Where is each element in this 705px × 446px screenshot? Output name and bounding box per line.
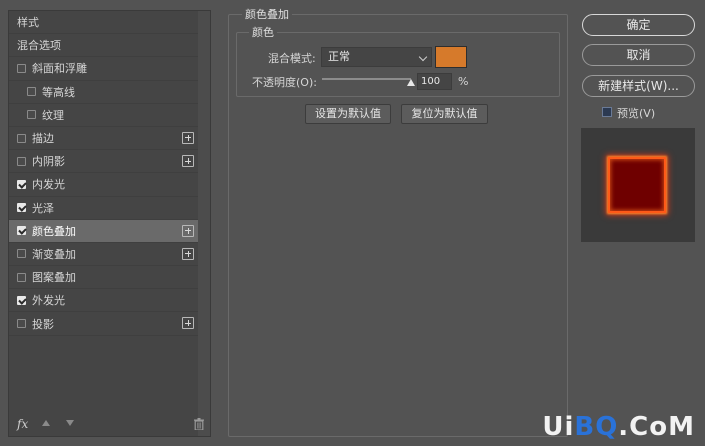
- fx-icon[interactable]: fx: [17, 417, 28, 431]
- style-item[interactable]: 内阴影: [9, 150, 198, 174]
- style-item[interactable]: 等高线: [9, 81, 198, 104]
- style-item-checkbox[interactable]: [17, 319, 26, 329]
- style-item-label: 图案叠加: [32, 271, 76, 285]
- style-item-checkbox[interactable]: [17, 272, 26, 282]
- style-item[interactable]: 颜色叠加: [9, 219, 198, 243]
- style-item[interactable]: 外发光: [9, 289, 198, 313]
- style-item-label: 样式: [17, 16, 39, 30]
- watermark-part-b: BQ: [574, 412, 619, 442]
- add-icon[interactable]: [182, 247, 194, 260]
- style-item[interactable]: 内发光: [9, 173, 198, 197]
- move-down-icon[interactable]: [66, 420, 74, 426]
- style-item-label: 混合选项: [17, 39, 61, 53]
- style-item[interactable]: 混合选项: [9, 34, 198, 58]
- style-item-checkbox[interactable]: [17, 179, 26, 189]
- blend-mode-label: 混合模式:: [268, 52, 316, 65]
- styles-list: 样式混合选项斜面和浮雕等高线纹理描边内阴影内发光光泽颜色叠加渐变叠加图案叠加外发…: [9, 11, 198, 336]
- opacity-slider-track[interactable]: [322, 78, 411, 80]
- reset-default-button[interactable]: 复位为默认值: [401, 104, 488, 124]
- chevron-down-icon: [418, 52, 428, 62]
- opacity-unit: %: [458, 75, 469, 88]
- style-item[interactable]: 图案叠加: [9, 266, 198, 290]
- blend-mode-select[interactable]: 正常: [321, 47, 432, 67]
- styles-footer: fx: [9, 414, 210, 436]
- style-item-checkbox[interactable]: [17, 133, 26, 143]
- move-up-icon[interactable]: [42, 420, 50, 426]
- opacity-slider-thumb[interactable]: [407, 79, 415, 86]
- watermark-part-a: Ui: [542, 412, 575, 442]
- opacity-input[interactable]: 100: [417, 73, 452, 90]
- styles-panel: 样式混合选项斜面和浮雕等高线纹理描边内阴影内发光光泽颜色叠加渐变叠加图案叠加外发…: [8, 10, 211, 437]
- style-item-checkbox[interactable]: [17, 249, 26, 259]
- set-default-button[interactable]: 设置为默认值: [305, 104, 391, 124]
- add-icon[interactable]: [182, 131, 194, 144]
- watermark: UiBQ.CoM: [542, 412, 695, 442]
- style-item-label: 等高线: [42, 85, 75, 99]
- style-item-label: 纹理: [42, 108, 64, 122]
- style-item-label: 光泽: [32, 201, 54, 215]
- style-item[interactable]: 样式: [9, 11, 198, 35]
- style-item[interactable]: 投影: [9, 312, 198, 336]
- opacity-label: 不透明度(O):: [252, 76, 317, 89]
- style-item-checkbox[interactable]: [17, 295, 26, 305]
- style-item-label: 斜面和浮雕: [32, 62, 87, 76]
- watermark-part-c: .CoM: [618, 412, 695, 442]
- style-item-label: 外发光: [32, 294, 65, 308]
- style-item-checkbox[interactable]: [17, 63, 26, 73]
- style-item-label: 内阴影: [32, 155, 65, 169]
- add-icon[interactable]: [182, 224, 194, 237]
- style-item[interactable]: 光泽: [9, 197, 198, 220]
- trash-icon[interactable]: [194, 418, 204, 430]
- style-item-label: 内发光: [32, 178, 65, 192]
- cancel-button[interactable]: 取消: [582, 44, 695, 66]
- preview-square: [608, 157, 666, 213]
- style-item[interactable]: 描边: [9, 127, 198, 151]
- color-subgroup-title: 颜色: [249, 24, 277, 40]
- styles-scrollbar[interactable]: [198, 11, 210, 436]
- style-item[interactable]: 斜面和浮雕: [9, 57, 198, 81]
- overlay-color-swatch[interactable]: [435, 46, 467, 68]
- style-preview: [581, 128, 695, 242]
- add-icon[interactable]: [182, 155, 194, 168]
- style-item[interactable]: 渐变叠加: [9, 243, 198, 267]
- add-icon[interactable]: [182, 317, 194, 330]
- style-item-checkbox[interactable]: [17, 226, 26, 236]
- new-style-button[interactable]: 新建样式(W)...: [582, 75, 695, 97]
- style-item-checkbox[interactable]: [17, 203, 26, 213]
- style-item-label: 投影: [32, 317, 54, 331]
- style-item-checkbox[interactable]: [27, 110, 36, 120]
- style-item-label: 渐变叠加: [32, 247, 76, 261]
- style-item-checkbox[interactable]: [27, 87, 36, 97]
- preview-label: 预览(V): [617, 107, 656, 120]
- style-item[interactable]: 纹理: [9, 104, 198, 127]
- blend-mode-value: 正常: [328, 50, 350, 63]
- style-item-label: 描边: [32, 132, 54, 146]
- color-overlay-title: 颜色叠加: [242, 6, 292, 22]
- preview-checkbox[interactable]: [602, 107, 612, 117]
- ok-button[interactable]: 确定: [582, 14, 695, 36]
- style-item-checkbox[interactable]: [17, 156, 26, 166]
- style-item-label: 颜色叠加: [32, 224, 76, 238]
